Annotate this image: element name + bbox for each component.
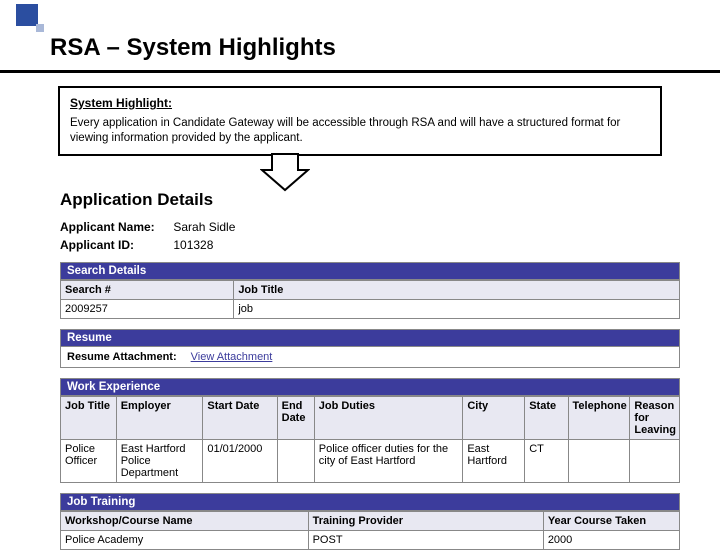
application-details-heading: Application Details [60, 190, 680, 210]
applicant-name-label: Applicant Name: [60, 220, 170, 234]
col-we-reason: Reason for Leaving [630, 397, 680, 440]
cell-we-state: CT [525, 440, 568, 483]
cell-we-tel [568, 440, 630, 483]
cell-we-start: 01/01/2000 [203, 440, 277, 483]
job-training-table: Workshop/Course Name Training Provider Y… [60, 511, 680, 550]
table-row: Police Officer East Hartford Police Depa… [61, 440, 680, 483]
application-details-panel: Application Details Applicant Name: Sara… [60, 190, 680, 550]
search-details-header: Search Details [60, 262, 680, 280]
col-job-title: Job Title [234, 281, 680, 300]
col-we-job-title: Job Title [61, 397, 117, 440]
table-row: 2009257 job [61, 300, 680, 319]
cell-we-duties: Police officer duties for the city of Ea… [314, 440, 463, 483]
col-we-duties: Job Duties [314, 397, 463, 440]
col-we-start: Start Date [203, 397, 277, 440]
cell-we-job-title: Police Officer [61, 440, 117, 483]
col-we-state: State [525, 397, 568, 440]
col-jt-provider: Training Provider [308, 512, 543, 531]
cell-search-number: 2009257 [61, 300, 234, 319]
applicant-id-label: Applicant ID: [60, 238, 170, 252]
slide-corner-decoration [16, 4, 38, 26]
cell-we-city: East Hartford [463, 440, 525, 483]
col-jt-year: Year Course Taken [543, 512, 679, 531]
cell-jt-provider: POST [308, 531, 543, 550]
cell-we-end [277, 440, 314, 483]
col-jt-name: Workshop/Course Name [61, 512, 309, 531]
title-underline [0, 70, 720, 73]
cell-jt-year: 2000 [543, 531, 679, 550]
col-we-employer: Employer [116, 397, 203, 440]
view-attachment-link[interactable]: View Attachment [191, 351, 273, 363]
resume-row: Resume Attachment: View Attachment [60, 347, 680, 368]
cell-we-employer: East Hartford Police Department [116, 440, 203, 483]
slide-title: RSA – System Highlights [50, 34, 336, 62]
system-highlight-text: Every application in Candidate Gateway w… [70, 116, 650, 146]
resume-attachment-label: Resume Attachment: [67, 351, 177, 363]
system-highlight-heading: System Highlight: [70, 96, 650, 110]
cell-jt-name: Police Academy [61, 531, 309, 550]
col-we-end: End Date [277, 397, 314, 440]
col-search-number: Search # [61, 281, 234, 300]
cell-we-reason [630, 440, 680, 483]
search-details-table: Search # Job Title 2009257 job [60, 280, 680, 319]
cell-job-title: job [234, 300, 680, 319]
system-highlight-box: System Highlight: Every application in C… [58, 86, 662, 156]
work-experience-header: Work Experience [60, 378, 680, 396]
table-row: Police Academy POST 2000 [61, 531, 680, 550]
work-experience-table: Job Title Employer Start Date End Date J… [60, 396, 680, 483]
down-arrow-icon [260, 152, 310, 192]
applicant-id-value: 101328 [173, 238, 213, 252]
applicant-name-value: Sarah Sidle [173, 220, 235, 234]
resume-header: Resume [60, 329, 680, 347]
job-training-header: Job Training [60, 493, 680, 511]
col-we-tel: Telephone [568, 397, 630, 440]
col-we-city: City [463, 397, 525, 440]
